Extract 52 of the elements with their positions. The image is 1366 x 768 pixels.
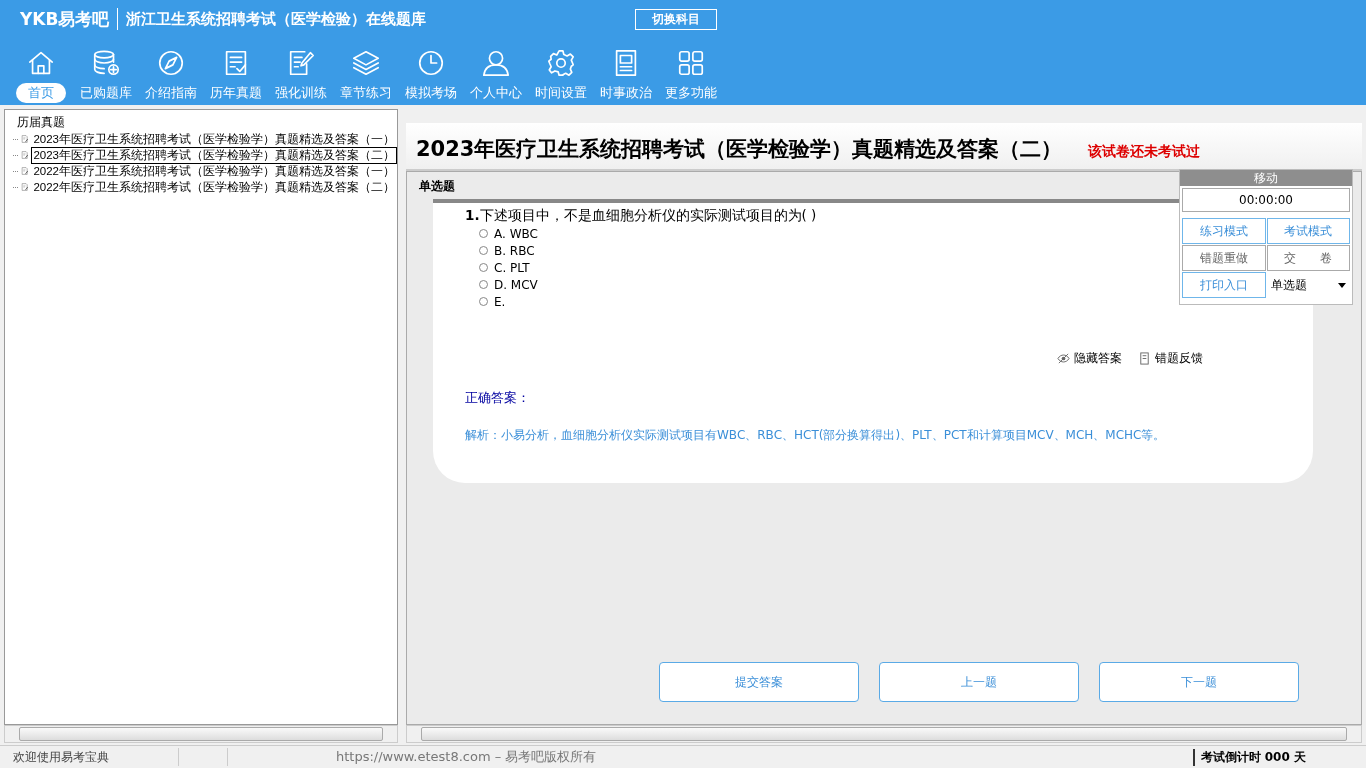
horizontal-scrollbar[interactable]	[4, 725, 398, 743]
exam-status: 该试卷还未考试过	[1088, 143, 1201, 161]
user-icon[interactable]	[480, 48, 511, 78]
nav-button[interactable]: 下一题	[1099, 662, 1299, 702]
action-link[interactable]: 错题反馈	[1155, 350, 1203, 367]
option-label[interactable]: C. PLT	[494, 260, 530, 275]
radio-button[interactable]	[479, 246, 488, 255]
nav-button[interactable]: 上一题	[879, 662, 1079, 702]
tree-item[interactable]: 2023年医疗卫生系统招聘考试（医学检验学）真题精选及答案（二）	[31, 146, 397, 164]
mode-button[interactable]: 错题重做	[1182, 245, 1266, 271]
document-icon	[20, 180, 29, 194]
radio-button[interactable]	[479, 263, 488, 272]
analysis-text: 解析：小易分析，血细胞分析仪实际测试项目有WBC、RBC、HCT(部分换算得出)、PLT、PCT和计算项目MCV、MCH、MCHC等。	[465, 427, 1167, 443]
switch-subject-button[interactable]: 切换科目	[635, 8, 718, 30]
document-icon	[20, 132, 29, 146]
tree-item[interactable]: 2022年医疗卫生系统招聘考试（医学检验学）真题精选及答案（二）	[31, 178, 397, 196]
option-label[interactable]: E.	[494, 294, 506, 309]
timer-display: 00:00:00	[1182, 188, 1350, 212]
type-dropdown[interactable]: 单选题	[1266, 272, 1350, 298]
option-label[interactable]: D. MCV	[494, 277, 538, 292]
countdown-text: 考试倒计时 000 天	[1192, 748, 1306, 766]
caret-icon	[1338, 282, 1346, 288]
radio-button[interactable]	[479, 297, 488, 306]
eye-icon	[1057, 352, 1070, 365]
gear-icon[interactable]	[545, 48, 576, 78]
move-handle[interactable]: 移动	[1180, 170, 1352, 186]
layers-icon[interactable]	[350, 48, 381, 78]
tree-item[interactable]: 2022年医疗卫生系统招聘考试（医学检验学）真题精选及答案（一）	[31, 162, 397, 180]
radio-button[interactable]	[479, 280, 488, 289]
mode-button[interactable]: 打印入口	[1182, 272, 1266, 298]
mode-button[interactable]: 考试模式	[1266, 218, 1350, 244]
nav-tab[interactable]: 首页	[15, 83, 66, 103]
document-icon	[20, 164, 29, 178]
option-label[interactable]: B. RBC	[494, 243, 535, 258]
horizontal-scrollbar[interactable]	[406, 725, 1362, 743]
mode-button[interactable]: 练习模式	[1182, 218, 1266, 244]
nav-button[interactable]: 提交答案	[659, 662, 859, 702]
question-text: 1.下述项目中，不是血细胞分析仪的实际测试项目的为( )	[465, 207, 818, 225]
mode-button[interactable]: 交 卷	[1266, 245, 1350, 271]
tree-root[interactable]: 历届真题	[13, 114, 397, 131]
app-title: 浙江卫生系统招聘考试（医学检验）在线题库	[126, 9, 427, 29]
welcome-text: 欢迎使用易考宝典	[12, 748, 110, 766]
correct-answer: 正确答案：	[465, 389, 531, 407]
tree-item[interactable]: 2023年医疗卫生系统招聘考试（医学检验学）真题精选及答案（一）	[31, 130, 397, 148]
document-icon	[20, 148, 29, 162]
action-link[interactable]: 隐藏答案	[1074, 350, 1122, 367]
option-label[interactable]: A. WBC	[494, 226, 538, 241]
logo: YKB易考吧	[20, 7, 110, 31]
notebook-icon	[1138, 352, 1151, 365]
paper-title: 2023年医疗卫生系统招聘考试（医学检验学）真题精选及答案（二）	[416, 136, 1063, 163]
radio-button[interactable]	[479, 229, 488, 238]
copyright-text: https://www.etest8.com – 易考吧版权所有	[336, 748, 597, 766]
